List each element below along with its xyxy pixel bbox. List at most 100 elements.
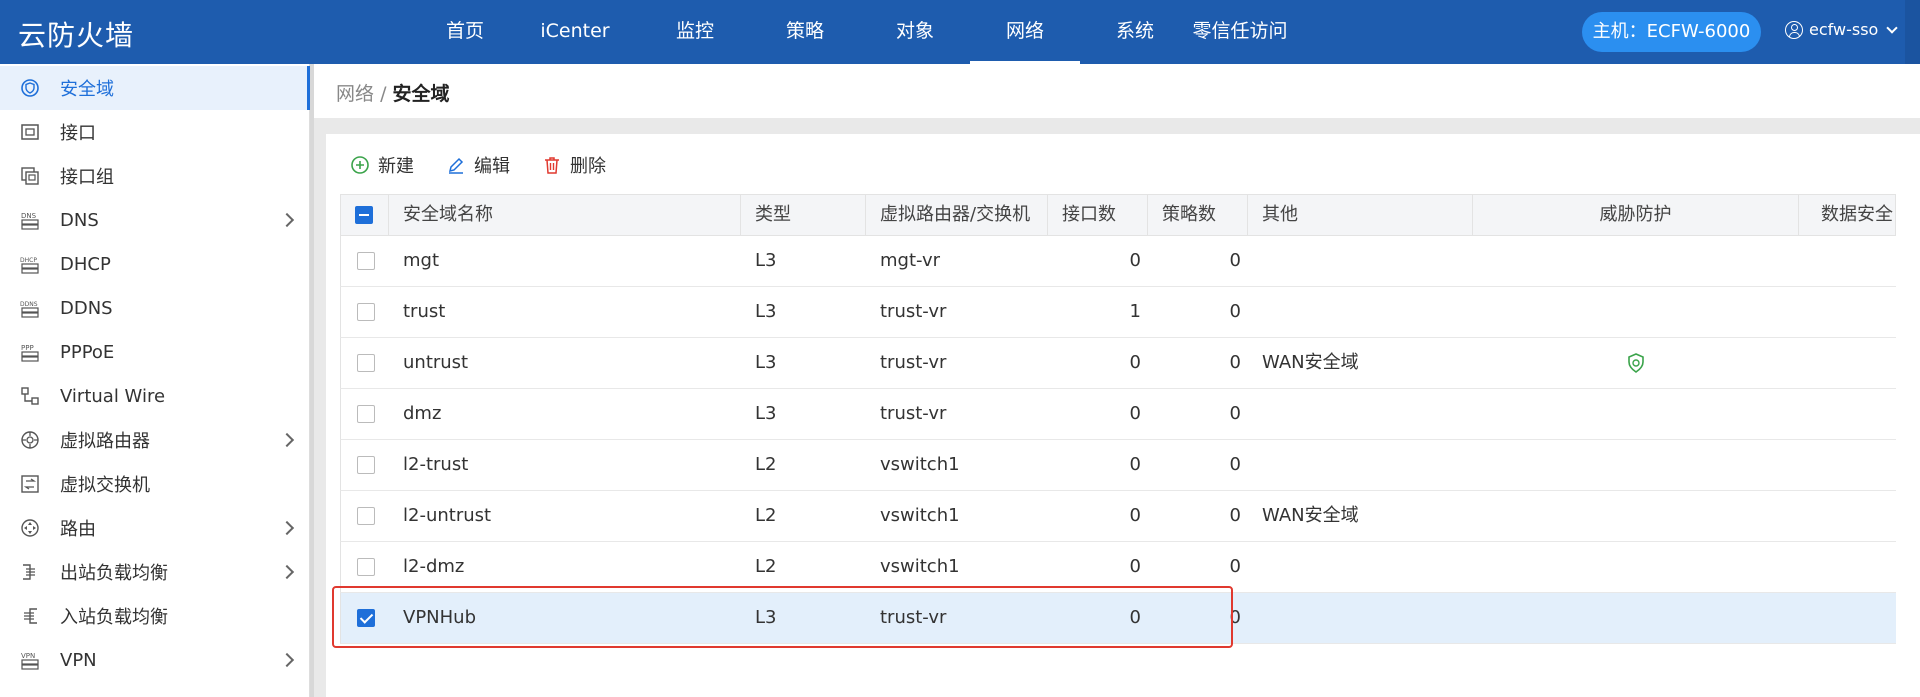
app-title: 云防火墙: [18, 19, 135, 52]
vpn-icon: VPN: [20, 650, 40, 670]
select-all-cell: [341, 195, 389, 235]
table-row[interactable]: untrust L3 trust-vr 0 0 WAN安全域: [340, 338, 1896, 389]
edit-button[interactable]: 编辑: [446, 152, 510, 178]
nav-item-home[interactable]: 首页: [420, 0, 510, 64]
chevron-right-icon: [279, 520, 295, 536]
column-header-vr[interactable]: 虚拟路由器/交换机: [866, 195, 1048, 235]
sidebar-item-pppoe[interactable]: PPP PPPoE: [0, 330, 310, 374]
top-scroll-edge: [1905, 0, 1920, 64]
interface-icon: [20, 122, 40, 142]
shield-icon: [20, 78, 40, 98]
nav-item-objects[interactable]: 对象: [860, 0, 970, 64]
nav-item-monitor[interactable]: 监控: [640, 0, 750, 64]
cell-zone-name: l2-trust: [403, 454, 469, 475]
nav-item-system[interactable]: 系统: [1080, 0, 1190, 64]
toolbar: 新建 编辑 删除: [350, 152, 606, 178]
trash-icon: [545, 157, 559, 174]
sidebar-item-ddns[interactable]: DDNS DDNS: [0, 286, 310, 330]
user-icon: [1785, 20, 1803, 39]
sidebar-item-outbound-lb[interactable]: 出站负载均衡: [0, 550, 310, 594]
column-header-name[interactable]: 安全域名称: [389, 195, 741, 235]
row-checkbox[interactable]: [357, 354, 375, 372]
outbound-lb-icon: [20, 562, 40, 582]
nav-item-icenter[interactable]: iCenter: [510, 0, 640, 64]
chevron-down-icon: [1886, 21, 1898, 34]
cell-type: L3: [755, 607, 777, 628]
virtual-switch-icon: [20, 474, 40, 494]
cell-virtual-router: vswitch1: [880, 454, 960, 475]
row-checkbox[interactable]: [357, 507, 375, 525]
cell-interface-count: 0: [1129, 250, 1141, 271]
sidebar-item-interface[interactable]: 接口: [0, 110, 310, 154]
sidebar-item-label: Virtual Wire: [60, 385, 166, 407]
threat-protection-icon[interactable]: [1627, 353, 1645, 373]
column-header-policies[interactable]: 策略数: [1148, 195, 1248, 235]
dhcp-icon: DHCP: [20, 254, 40, 274]
column-header-type[interactable]: 类型: [741, 195, 866, 235]
sidebar-item-virtual-router[interactable]: 虚拟路由器: [0, 418, 310, 462]
nav-item-network[interactable]: 网络: [970, 0, 1080, 64]
row-checkbox[interactable]: [357, 609, 375, 627]
sidebar-item-label: 出站负载均衡: [60, 563, 168, 584]
column-header-interfaces[interactable]: 接口数: [1048, 195, 1148, 235]
sidebar-item-label: 虚拟路由器: [60, 431, 150, 452]
sidebar-item-label: 虚拟交换机: [60, 475, 150, 496]
table-row[interactable]: l2-dmz L2 vswitch1 0 0: [340, 542, 1896, 593]
security-zone-table: 安全域名称 类型 虚拟路由器/交换机 接口数 策略数 其他 威胁防护 数据安全 …: [340, 194, 1896, 644]
cell-zone-name: trust: [403, 301, 446, 322]
table-row[interactable]: l2-untrust L2 vswitch1 0 0 WAN安全域: [340, 491, 1896, 542]
sidebar-item-dns[interactable]: DNS DNS: [0, 198, 310, 242]
row-checkbox[interactable]: [357, 456, 375, 474]
main-nav: 首页 iCenter 监控 策略 对象 网络 系统 零信任访问: [420, 0, 1290, 64]
cell-virtual-router: trust-vr: [880, 403, 947, 424]
new-button[interactable]: 新建: [350, 152, 414, 178]
cell-virtual-router: mgt-vr: [880, 250, 941, 271]
sidebar-item-virtual-switch[interactable]: 虚拟交换机: [0, 462, 310, 506]
breadcrumb-parent[interactable]: 网络: [336, 83, 374, 105]
user-name: ecfw-sso: [1809, 20, 1879, 39]
sidebar-item-label: 路由: [60, 519, 96, 540]
sidebar-item-route[interactable]: 路由: [0, 506, 310, 550]
delete-button[interactable]: 删除: [542, 152, 606, 178]
cell-type: L3: [755, 403, 777, 424]
plus-circle-icon: [351, 156, 369, 174]
table-row[interactable]: mgt L3 mgt-vr 0 0: [340, 236, 1896, 287]
column-header-other[interactable]: 其他: [1248, 195, 1473, 235]
user-menu[interactable]: ecfw-sso: [1785, 20, 1898, 39]
column-header-threat[interactable]: 威胁防护: [1473, 195, 1799, 235]
row-checkbox[interactable]: [357, 558, 375, 576]
table-row[interactable]: VPNHub L3 trust-vr 0 0: [340, 593, 1896, 644]
host-badge[interactable]: 主机：ECFW-6000: [1582, 12, 1761, 52]
cell-interface-count: 0: [1129, 454, 1141, 475]
sidebar-item-virtual-wire[interactable]: Virtual Wire: [0, 374, 310, 418]
column-header-data-security[interactable]: 数据安全: [1799, 195, 1897, 235]
sidebar-item-interface-group[interactable]: 接口组: [0, 154, 310, 198]
nav-item-policy[interactable]: 策略: [750, 0, 860, 64]
cell-policy-count: 0: [1229, 556, 1241, 577]
table-row[interactable]: l2-trust L2 vswitch1 0 0: [340, 440, 1896, 491]
chevron-right-icon: [279, 212, 295, 228]
breadcrumb: 网络 / 安全域: [336, 79, 450, 106]
cell-other: [1262, 542, 1472, 592]
table-row[interactable]: trust L3 trust-vr 1 0: [340, 287, 1896, 338]
virtual-wire-icon: [20, 386, 40, 406]
table-row[interactable]: dmz L3 trust-vr 0 0: [340, 389, 1896, 440]
row-checkbox[interactable]: [357, 405, 375, 423]
edit-button-label: 编辑: [474, 156, 510, 177]
sidebar-item-security-zone[interactable]: 安全域: [0, 66, 310, 110]
chevron-right-icon: [279, 652, 295, 668]
sidebar-item-inbound-lb[interactable]: 入站负载均衡: [0, 594, 310, 638]
cell-policy-count: 0: [1229, 352, 1241, 373]
sidebar-item-vpn[interactable]: VPN VPN: [0, 638, 310, 682]
sidebar-item-label: 入站负载均衡: [60, 607, 168, 628]
select-all-checkbox[interactable]: [355, 206, 373, 224]
cell-zone-name: l2-dmz: [403, 556, 465, 577]
cell-zone-name: untrust: [403, 352, 469, 373]
row-checkbox[interactable]: [357, 303, 375, 321]
sidebar-item-label: DNS: [60, 209, 99, 231]
nav-item-zero-trust[interactable]: 零信任访问: [1190, 0, 1290, 64]
row-checkbox[interactable]: [357, 252, 375, 270]
cell-policy-count: 0: [1229, 607, 1241, 628]
content-card: 新建 编辑 删除 安全域名称 类型 虚拟路由器/交换机 接口数 策略数 其他 威…: [326, 134, 1920, 697]
sidebar-item-dhcp[interactable]: DHCP DHCP: [0, 242, 310, 286]
